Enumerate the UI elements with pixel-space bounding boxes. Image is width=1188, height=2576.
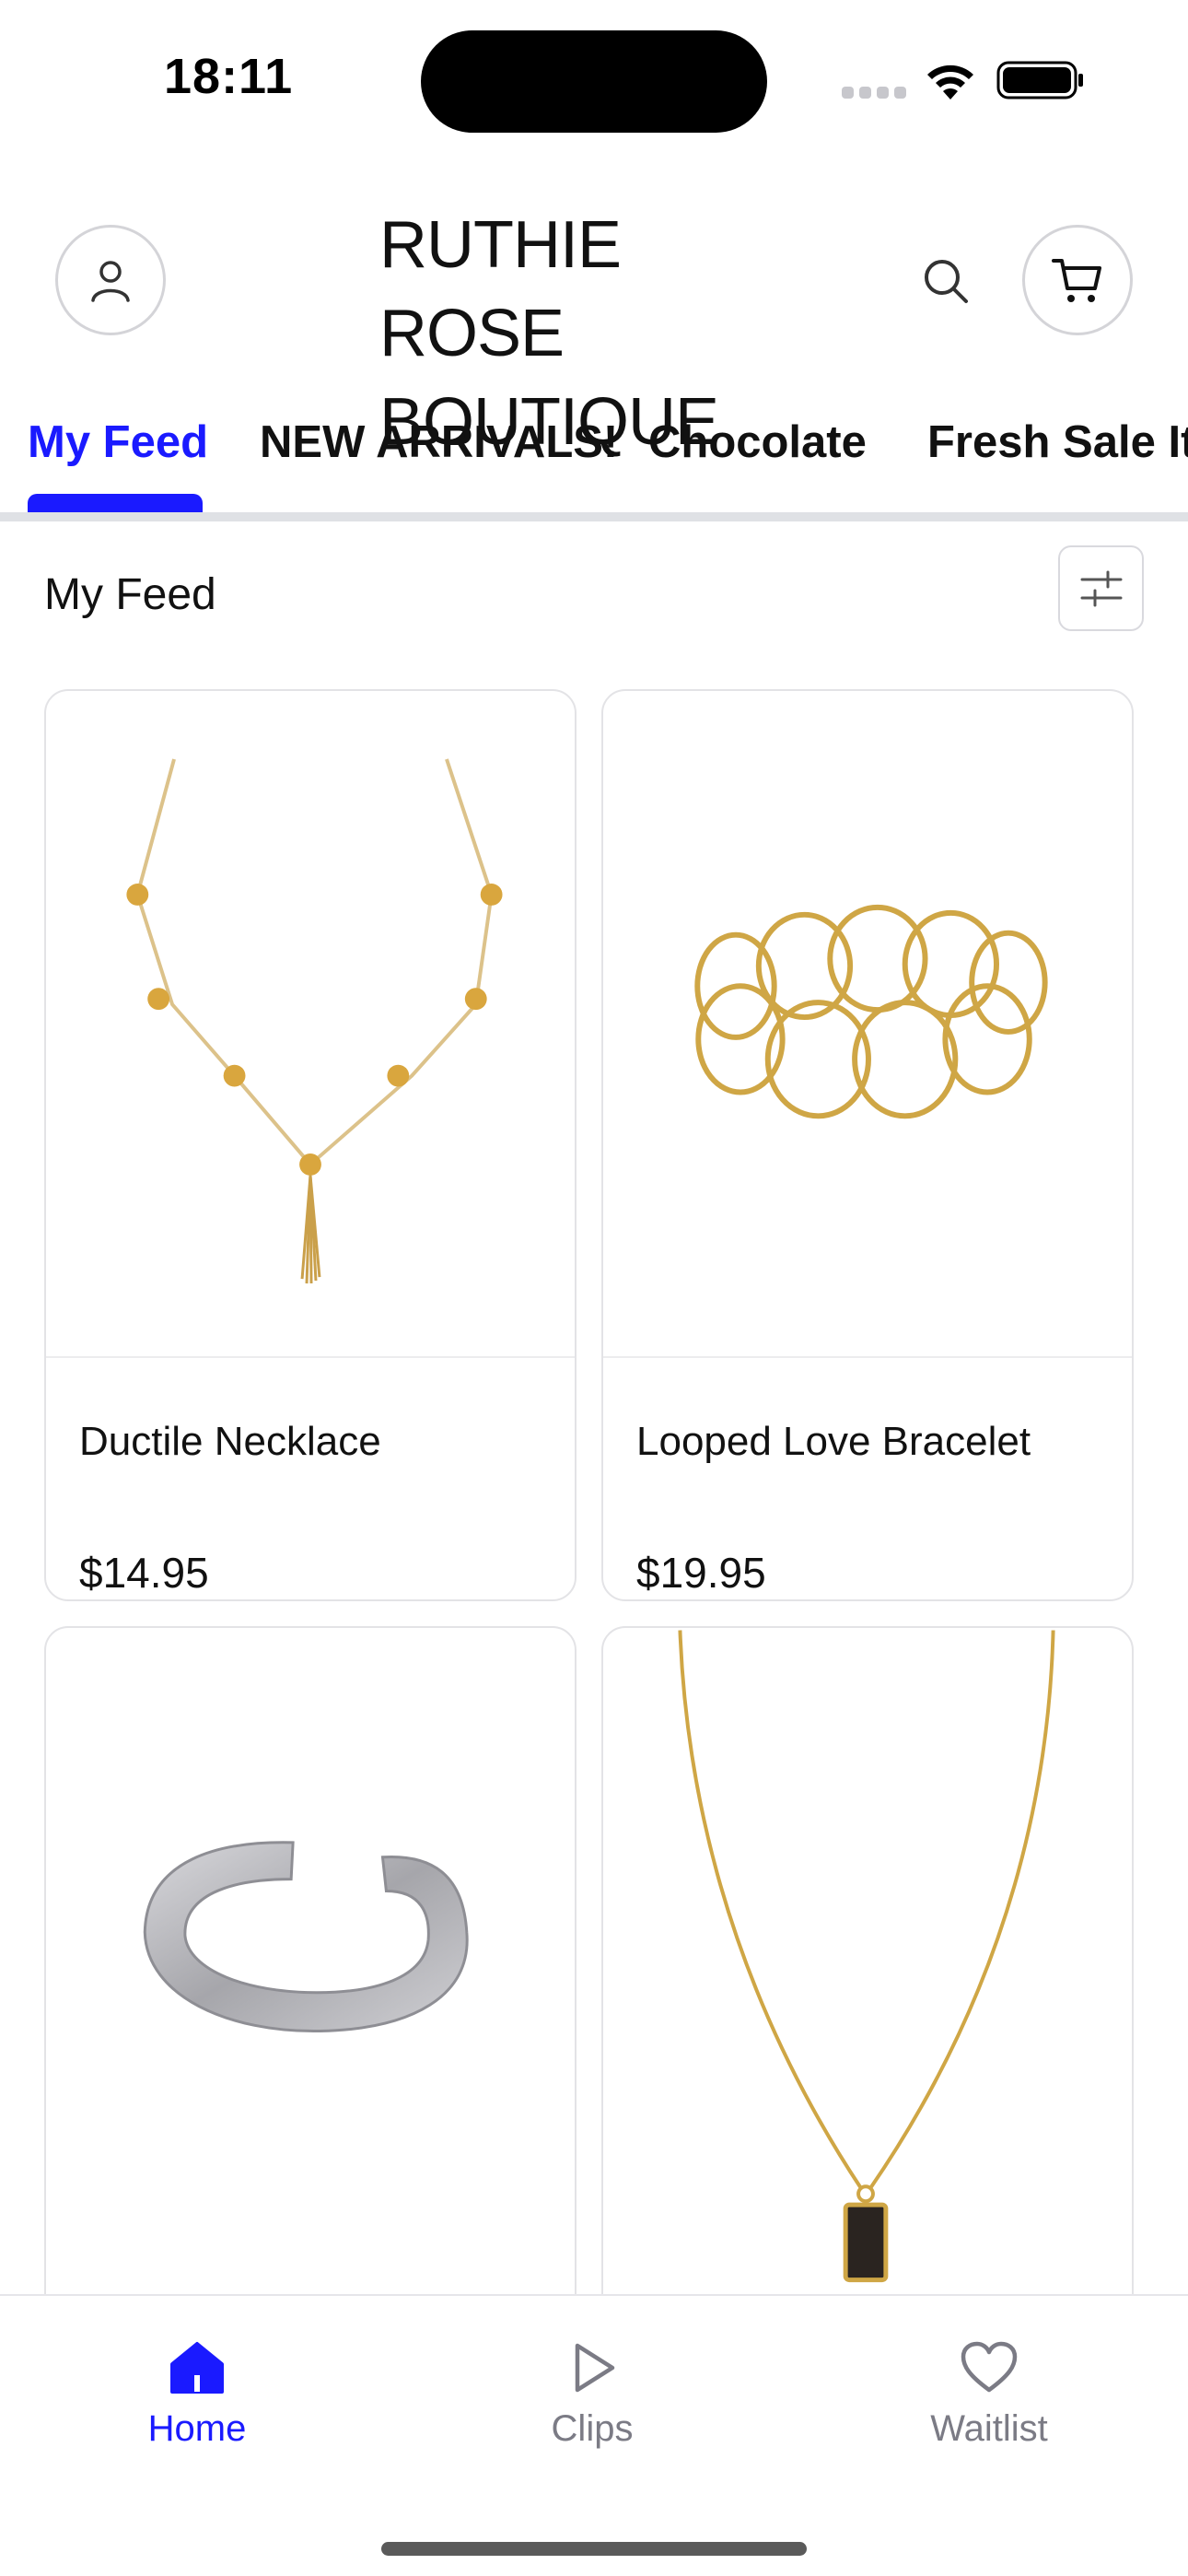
card-divider [46, 1356, 575, 1358]
cart-icon [1052, 259, 1101, 302]
home-indicator [381, 2542, 807, 2556]
product-card[interactable]: Ductile Necklace $14.95 [44, 689, 577, 1601]
product-card[interactable] [44, 1626, 577, 2345]
nav-waitlist-label: Waitlist [930, 2408, 1048, 2449]
tab-new-arrivals[interactable]: NEW ARRIVALS! [260, 416, 618, 468]
category-tabs: My Feed NEW ARRIVALS! Chocolate Fresh Sa… [0, 405, 1188, 525]
silver-cuff-bracelet-image [143, 1841, 469, 2032]
wifi-icon [927, 64, 973, 100]
product-image[interactable] [46, 691, 575, 1356]
product-name[interactable]: Looped Love Bracelet [636, 1419, 1031, 1465]
nav-clips[interactable]: Clips [482, 2340, 703, 2450]
gold-pendant-necklace-image [678, 1630, 1055, 2283]
battery-icon [996, 61, 1083, 100]
status-time: 18:11 [164, 49, 294, 104]
nav-waitlist[interactable]: Waitlist [879, 2340, 1100, 2450]
active-tab-indicator [28, 494, 203, 512]
bottom-navigation: Home Clips Waitlist [0, 2294, 1188, 2576]
nav-home-label: Home [147, 2408, 247, 2449]
home-icon [170, 2342, 224, 2394]
search-icon [925, 260, 968, 303]
brand-line-1: RUTHIE ROSE [379, 208, 622, 370]
status-bar: 18:11 [0, 0, 1188, 157]
product-card[interactable] [601, 1626, 1134, 2345]
product-image[interactable] [603, 1628, 1132, 2293]
cellular-signal-icon [842, 87, 906, 100]
tab-fresh-sale-items[interactable]: Fresh Sale Ite [927, 416, 1188, 468]
cart-button[interactable] [1022, 225, 1133, 335]
search-button[interactable] [914, 249, 978, 313]
app-header: RUTHIE ROSE BOUTIQUE [0, 184, 1188, 459]
filter-button[interactable] [1058, 545, 1144, 631]
product-image[interactable] [603, 691, 1132, 1356]
user-icon [91, 261, 130, 302]
product-name[interactable]: Ductile Necklace [79, 1419, 381, 1465]
card-divider [603, 1356, 1132, 1358]
product-image[interactable] [46, 1628, 575, 2293]
play-icon [575, 2343, 615, 2393]
tab-my-feed[interactable]: My Feed [28, 416, 208, 468]
nav-home[interactable]: Home [87, 2340, 308, 2450]
tab-chocolate[interactable]: Chocolate [648, 416, 867, 468]
dynamic-island [421, 30, 767, 133]
nav-clips-label: Clips [551, 2408, 634, 2449]
heart-icon [961, 2341, 1018, 2393]
gold-loop-bracelet-image [694, 904, 1048, 1119]
sliders-icon [1080, 570, 1122, 606]
profile-button[interactable] [55, 225, 166, 335]
tabs-divider [0, 512, 1188, 521]
gold-flower-necklace-image [126, 758, 503, 1284]
product-card[interactable]: Looped Love Bracelet $19.95 [601, 689, 1134, 1601]
section-title: My Feed [44, 570, 216, 619]
product-price: $14.95 [79, 1549, 209, 1597]
product-price: $19.95 [636, 1549, 766, 1597]
